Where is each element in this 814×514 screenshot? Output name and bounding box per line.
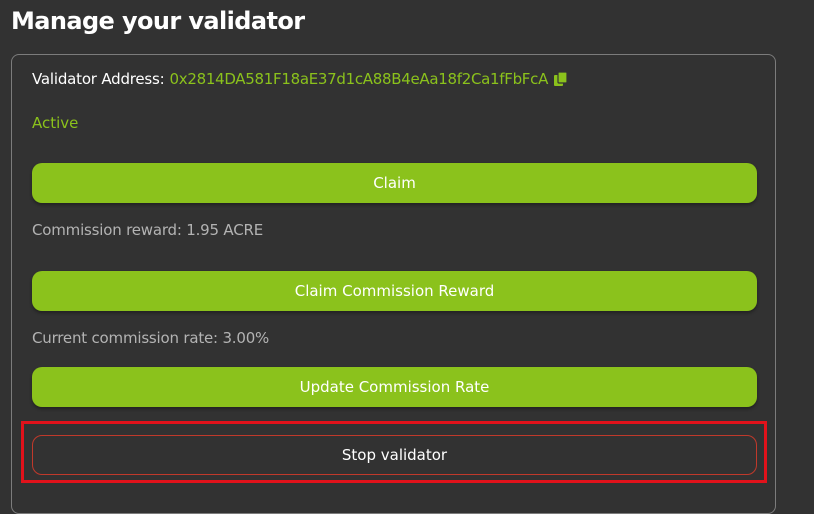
stop-validator-button[interactable]: Stop validator — [32, 435, 757, 475]
copy-icon[interactable] — [553, 71, 569, 87]
validator-address-value: 0x2814DA581F18aE37d1cA88B4eAa18f2Ca1fFbF… — [169, 70, 549, 88]
status-badge: Active — [32, 114, 79, 132]
commission-rate-text: Current commission rate: 3.00% — [32, 329, 270, 347]
validator-address-row: Validator Address: 0x2814DA581F18aE37d1c… — [32, 68, 569, 90]
validator-address-label: Validator Address: — [32, 70, 165, 88]
update-commission-rate-button[interactable]: Update Commission Rate — [32, 367, 757, 407]
claim-commission-reward-button[interactable]: Claim Commission Reward — [32, 271, 757, 311]
claim-button[interactable]: Claim — [32, 163, 757, 203]
page-title: Manage your validator — [11, 7, 305, 35]
commission-reward-text: Commission reward: 1.95 ACRE — [32, 221, 264, 239]
